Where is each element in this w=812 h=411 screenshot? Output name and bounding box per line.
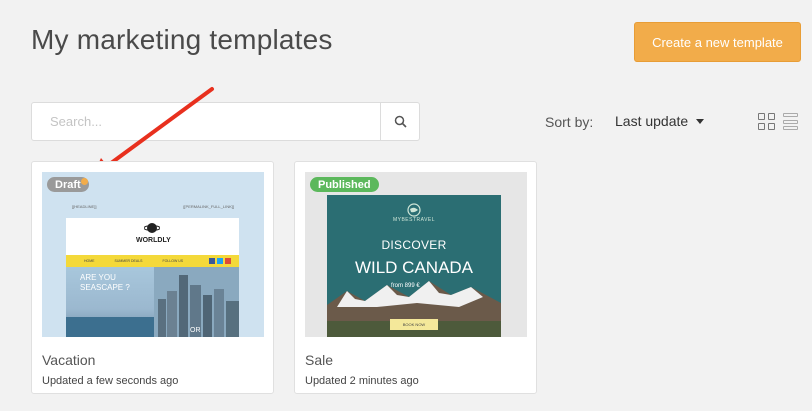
- status-badge: Published: [310, 177, 379, 192]
- thumb-headline: WILD CANADA: [354, 258, 474, 277]
- thumb-logo: WORLDLY: [136, 237, 171, 244]
- globe-logo-icon: [144, 223, 160, 233]
- template-card-sale[interactable]: MYBESTRAVEL DISCOVER WILD CANADA from 89…: [294, 161, 537, 394]
- thumb-header-left: [[HEADLINE]]: [72, 204, 97, 209]
- template-thumbnail: [[HEADLINE]] [[PERMALINK_FULL_LINK]] WOR…: [42, 172, 264, 337]
- thumb-hero-line: ARE YOU: [80, 273, 116, 282]
- template-thumbnail: MYBESTRAVEL DISCOVER WILD CANADA from 89…: [305, 172, 527, 337]
- thumb-headline: DISCOVER: [381, 238, 447, 252]
- thumb-nav-item: SUMMER DEALS: [114, 259, 143, 263]
- globe-logo-icon: [407, 203, 421, 217]
- thumb-book-button: BOOK NOW: [390, 319, 438, 330]
- thumb-price: from 899 €: [391, 283, 420, 289]
- twitter-icon: [217, 258, 224, 264]
- google-icon: [225, 258, 232, 264]
- template-updated: Updated 2 minutes ago: [305, 375, 419, 387]
- template-updated: Updated a few seconds ago: [42, 375, 179, 387]
- thumb-hero-side: OR: [190, 327, 201, 334]
- template-name: Sale: [305, 352, 334, 368]
- template-name: Vacation: [42, 352, 96, 368]
- thumb-brand: MYBESTRAVEL: [392, 217, 436, 223]
- thumb-hero-line: SEASCAPE ?: [80, 283, 130, 292]
- thumb-nav-item: FOLLOW US: [162, 259, 184, 263]
- thumb-nav-item: HOME: [84, 259, 95, 263]
- thumb-hero: ARE YOU SEASCAPE ? OR: [66, 267, 239, 337]
- template-card-vacation[interactable]: [[HEADLINE]] [[PERMALINK_FULL_LINK]] WOR…: [31, 161, 274, 394]
- facebook-icon: [209, 258, 216, 264]
- notification-dot: [81, 178, 88, 185]
- thumb-header-right: [[PERMALINK_FULL_LINK]]: [183, 204, 234, 209]
